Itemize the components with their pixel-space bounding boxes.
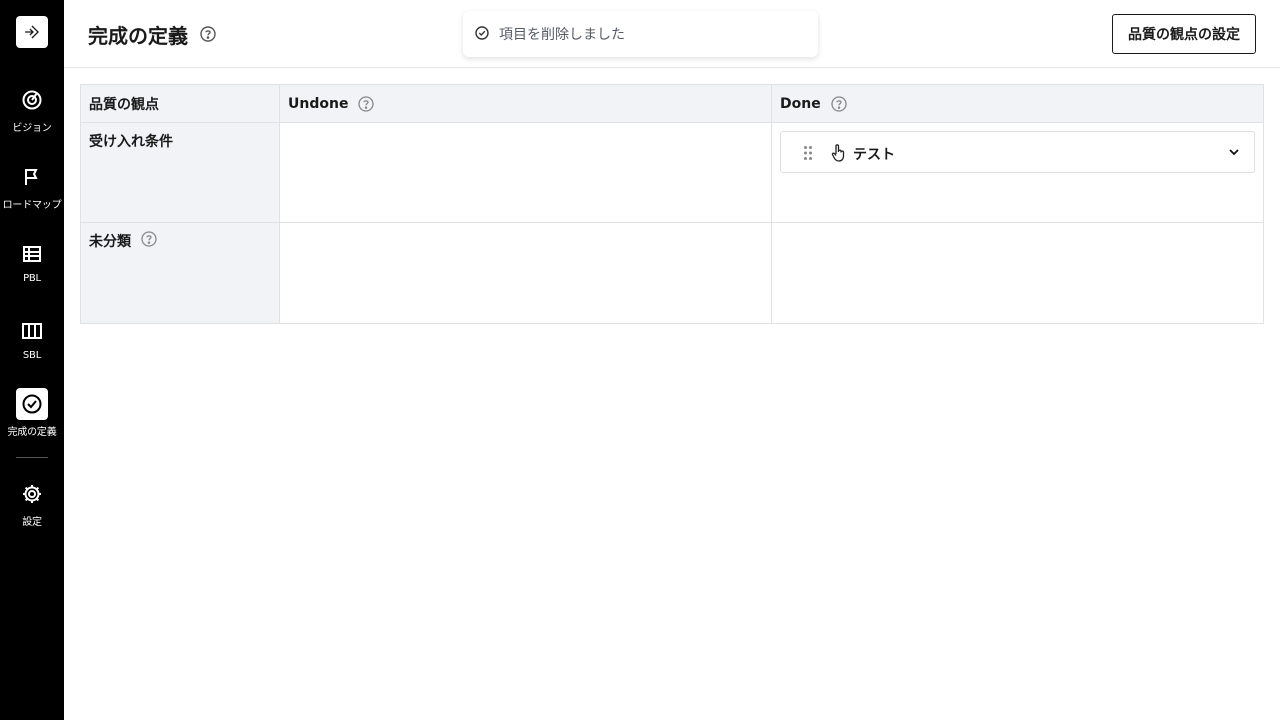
nav-label-roadmap: ロードマップ [2,200,62,211]
hand-pointer-icon [831,143,847,166]
row-label-cell: 未分類 [81,223,280,323]
page-title: 完成の定義 [88,24,188,48]
flag-icon [16,161,48,193]
done-cell[interactable] [772,223,1263,323]
app-logo-icon[interactable] [16,16,48,48]
drag-handle-icon[interactable] [803,145,813,165]
sidebar: ビジョン ロードマップ PBL SBL 完成の定義 設定 [0,0,64,720]
table-row: 受け入れ条件 テスト [81,123,1263,223]
definition-of-done-table: 品質の観点 Undone Done 受け入れ条件 テスト 未分類 [80,84,1264,324]
nav-label-settings: 設定 [22,517,42,528]
column-header-label: Done [780,95,821,112]
chevron-down-icon[interactable] [1228,146,1240,162]
list-icon [16,238,48,270]
row-label: 受け入れ条件 [89,134,173,150]
check-circle-icon [16,388,48,420]
nav-label-sbl: SBL [22,350,42,361]
toast-notification: 項目を削除しました [463,11,818,57]
nav-item-vision[interactable]: ビジョン [0,84,64,134]
table-header-row: 品質の観点 Undone Done [81,85,1263,123]
undone-cell[interactable] [280,123,772,223]
done-cell[interactable]: テスト [772,123,1263,223]
column-header-perspective: 品質の観点 [81,85,280,123]
help-icon[interactable] [358,95,375,112]
columns-icon [16,315,48,347]
quality-perspective-settings-button[interactable]: 品質の観点の設定 [1112,14,1256,54]
undone-cell[interactable] [280,223,772,323]
nav-item-definition-of-done[interactable]: 完成の定義 [0,388,64,438]
row-label-cell: 受け入れ条件 [81,123,280,223]
nav-label-pbl: PBL [23,273,41,284]
help-icon[interactable] [831,95,847,112]
toast-message: 項目を削除しました [499,27,625,43]
sidebar-divider [16,457,48,458]
nav-item-roadmap[interactable]: ロードマップ [0,161,64,211]
nav-item-settings[interactable]: 設定 [0,478,64,528]
nav-item-sbl[interactable]: SBL [0,315,64,361]
target-icon [16,84,48,116]
column-header-undone: Undone [280,85,772,123]
table-row: 未分類 [81,223,1263,323]
row-label: 未分類 [89,234,131,250]
column-header-label: Undone [288,95,349,112]
nav-label-definition-of-done: 完成の定義 [7,427,57,438]
check-circle-icon [475,25,489,44]
dod-item-text: テスト [853,147,895,163]
gear-icon [16,478,48,510]
help-icon[interactable] [200,26,216,46]
page-header: 完成の定義 項目を削除しました 品質の観点の設定 [64,0,1280,68]
nav-label-vision: ビジョン [12,123,52,134]
column-header-done: Done [772,85,1263,123]
nav-item-pbl[interactable]: PBL [0,238,64,284]
help-icon[interactable] [141,231,157,247]
column-header-label: 品質の観点 [89,96,159,113]
dod-item-card[interactable]: テスト [780,131,1255,173]
